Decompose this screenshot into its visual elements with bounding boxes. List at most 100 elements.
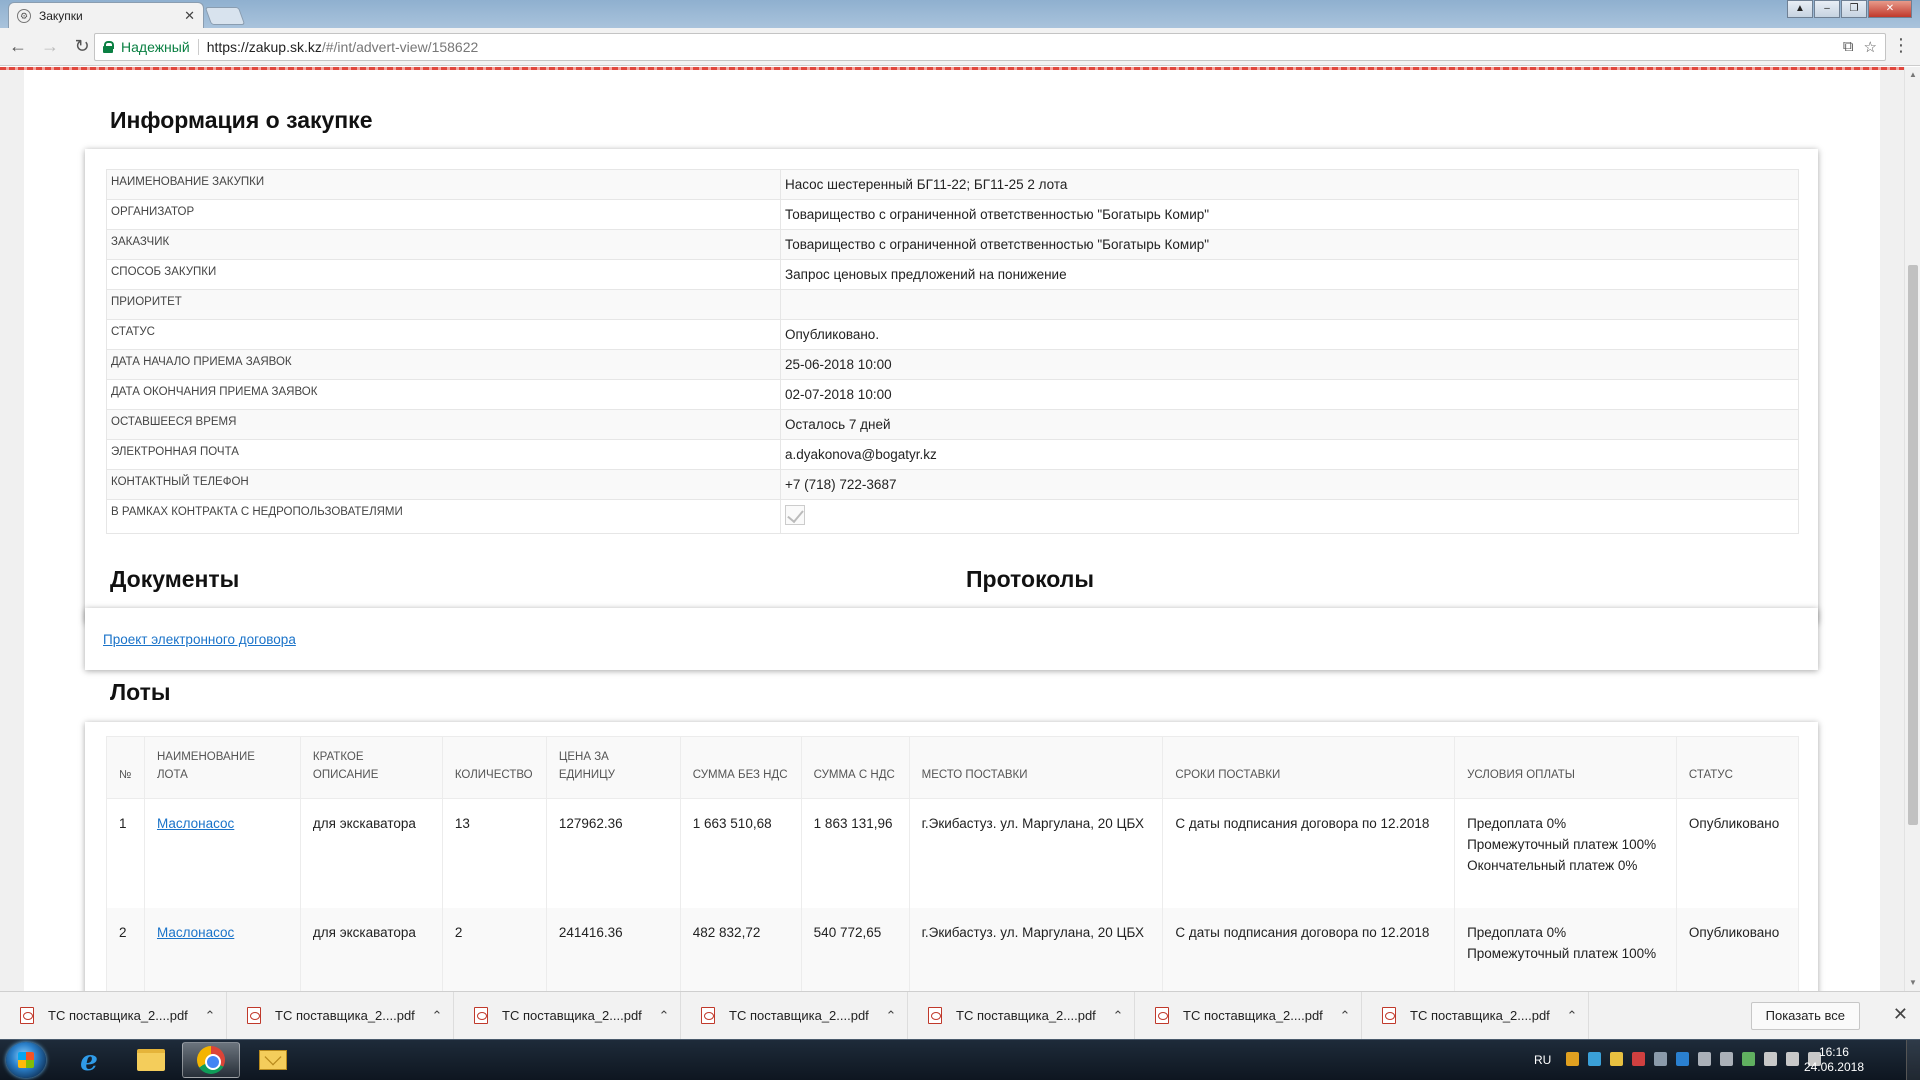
tray-pin-icon[interactable] (1566, 1052, 1579, 1066)
minimize-icon[interactable]: – (1814, 0, 1840, 18)
info-value: a.dyakonova@bogatyr.kz (780, 439, 1799, 470)
contract-draft-link[interactable]: Проект электронного договора (103, 632, 296, 647)
lot-name-link[interactable]: Маслонасос (157, 816, 234, 831)
tray-bluetooth-icon[interactable] (1676, 1052, 1689, 1066)
taskbar-ie[interactable]: e (60, 1042, 118, 1078)
system-clock[interactable]: 16:16 24.06.2018 (1804, 1045, 1864, 1075)
lot-cell-desc: для экскаватора (299, 798, 443, 908)
show-desktop-button[interactable] (1906, 1040, 1920, 1080)
secure-label[interactable]: Надежный (121, 39, 190, 55)
tray-speaker-app-icon[interactable] (1632, 1052, 1645, 1066)
system-tray (1566, 1052, 1821, 1066)
browser-title-bar: ⚙ Закупки ✕ ▲ – ❐ ✕ (0, 0, 1920, 28)
tray-network-app-icon[interactable] (1588, 1052, 1601, 1066)
tray-mail-icon[interactable] (1610, 1052, 1623, 1066)
info-value: Опубликовано. (780, 319, 1799, 350)
lot-cell-sum-vat: 540 772,65 (800, 907, 910, 991)
start-button[interactable] (6, 1042, 46, 1078)
chevron-up-icon[interactable]: ⌃ (1102, 1008, 1134, 1024)
download-item[interactable]: ТС поставщика_2....pdf ⌃ (1135, 991, 1362, 1040)
info-value: 25-06-2018 10:00 (780, 349, 1799, 380)
reload-icon[interactable]: ↻ (68, 33, 96, 61)
lot-cell-pay: Предоплата 0% Промежуточный платеж 100% Ок… (1454, 798, 1677, 908)
procurement-info-table: Наименование закупки Насос шестеренный БГ… (106, 169, 1799, 534)
info-row: Способ закупки Запрос ценовых предложений… (106, 259, 1799, 290)
procurement-info-card: Наименование закупки Насос шестеренный БГ… (85, 149, 1818, 623)
lots-column-header: Место поставки (908, 736, 1164, 799)
chevron-up-icon[interactable]: ⌃ (421, 1008, 453, 1024)
chevron-up-icon[interactable]: ⌃ (875, 1008, 907, 1024)
chevron-up-icon[interactable]: ⌃ (194, 1008, 226, 1024)
browser-menu-icon[interactable]: ⋮ (1892, 36, 1910, 54)
tray-drive-icon[interactable] (1720, 1052, 1733, 1066)
page-scrollbar[interactable]: ▲ ▼ (1904, 67, 1920, 991)
windows-taskbar: e RU 16:16 24.06.2018 (0, 1039, 1920, 1080)
payment-term: Окончательный платеж 0% (1467, 858, 1638, 873)
tray-usb-icon[interactable] (1654, 1052, 1667, 1066)
info-value: 02-07-2018 10:00 (780, 379, 1799, 410)
scrollbar-thumb[interactable] (1908, 265, 1918, 825)
lots-heading: Лоты (110, 679, 171, 705)
close-window-icon[interactable]: ✕ (1868, 0, 1912, 18)
info-value: Товарищество с ограниченной ответственно… (780, 199, 1799, 230)
web-page: Информация о закупке Наименование закупк… (0, 67, 1920, 991)
scroll-down-icon[interactable]: ▼ (1905, 975, 1920, 991)
info-row: Заказчик Товарищество с ограниченной отве… (106, 229, 1799, 260)
forward-arrow-icon[interactable]: → (36, 33, 64, 61)
payment-term: Промежуточный платеж 100% (1467, 837, 1657, 852)
divider (197, 39, 199, 55)
bookmark-star-icon[interactable]: ☆ (1864, 38, 1877, 56)
translate-icon[interactable]: ⧉ (1843, 38, 1854, 56)
close-shelf-icon[interactable]: ✕ (1893, 1004, 1908, 1025)
url-host: https://zakup.sk.kz (206, 39, 322, 55)
tray-flag-icon[interactable] (1764, 1052, 1777, 1066)
lots-column-header: Наименование лота (143, 736, 301, 799)
new-tab-button[interactable] (204, 7, 246, 25)
lot-cell-qty: 2 (441, 907, 547, 991)
download-filename: ТС поставщика_2....pdf (48, 1008, 188, 1023)
chevron-up-icon[interactable]: ⌃ (1329, 1008, 1361, 1024)
info-label: Способ закупки (106, 259, 781, 290)
maximize-icon[interactable]: ❐ (1841, 0, 1867, 18)
download-item[interactable]: ТС поставщика_2....pdf ⌃ (454, 991, 681, 1040)
info-label: Статус (106, 319, 781, 350)
tray-network-icon[interactable] (1786, 1052, 1799, 1066)
tray-security-icon[interactable] (1742, 1052, 1755, 1066)
info-label: Приоритет (106, 289, 781, 320)
info-row: Наименование закупки Насос шестеренный БГ… (106, 169, 1799, 200)
download-item[interactable]: ТС поставщика_2....pdf ⌃ (908, 991, 1135, 1040)
taskbar-chrome[interactable] (182, 1042, 240, 1078)
lot-name-link[interactable]: Маслонасос (157, 925, 234, 940)
info-row: Дата начало приема заявок 25-06-2018 10:0… (106, 349, 1799, 380)
lot-cell-sum-no-vat: 482 832,72 (679, 907, 802, 991)
subsoil-contract-checkbox-icon (785, 505, 805, 525)
tab-close-icon[interactable]: ✕ (184, 8, 195, 24)
url-path: /#/int/advert-view/158622 (321, 39, 479, 55)
chrome-icon (197, 1046, 225, 1074)
lot-cell-num: 2 (106, 907, 145, 991)
info-label: В рамках контракта с недропользователями (106, 499, 781, 534)
download-item[interactable]: ТС поставщика_2....pdf ⌃ (0, 991, 227, 1040)
tray-printer-icon[interactable] (1698, 1052, 1711, 1066)
download-item[interactable]: ТС поставщика_2....pdf ⌃ (227, 991, 454, 1040)
address-bar[interactable]: Надежный https://zakup.sk.kz/#/int/adver… (94, 33, 1886, 61)
tab-title: Закупки (39, 8, 83, 23)
lots-column-header: Сумма без НДС (679, 736, 802, 799)
taskbar-mail[interactable] (244, 1042, 302, 1078)
pdf-file-icon (928, 1007, 942, 1024)
lock-icon[interactable] (103, 41, 114, 53)
user-icon[interactable]: ▲ (1787, 0, 1813, 18)
browser-tab[interactable]: ⚙ Закупки ✕ (8, 2, 204, 28)
lot-cell-desc: для экскаватора (299, 907, 443, 991)
chevron-up-icon[interactable]: ⌃ (648, 1008, 680, 1024)
back-arrow-icon[interactable]: ← (4, 33, 32, 61)
show-all-downloads-button[interactable]: Показать все (1750, 1002, 1860, 1030)
language-indicator[interactable]: RU (1534, 1053, 1551, 1067)
taskbar-explorer[interactable] (122, 1042, 180, 1078)
scroll-up-icon[interactable]: ▲ (1905, 67, 1920, 83)
download-item[interactable]: ТС поставщика_2....pdf ⌃ (1362, 991, 1589, 1040)
chevron-up-icon[interactable]: ⌃ (1556, 1008, 1588, 1024)
lots-column-header: Условия оплаты (1454, 736, 1677, 799)
download-item[interactable]: ТС поставщика_2....pdf ⌃ (681, 991, 908, 1040)
download-filename: ТС поставщика_2....pdf (275, 1008, 415, 1023)
